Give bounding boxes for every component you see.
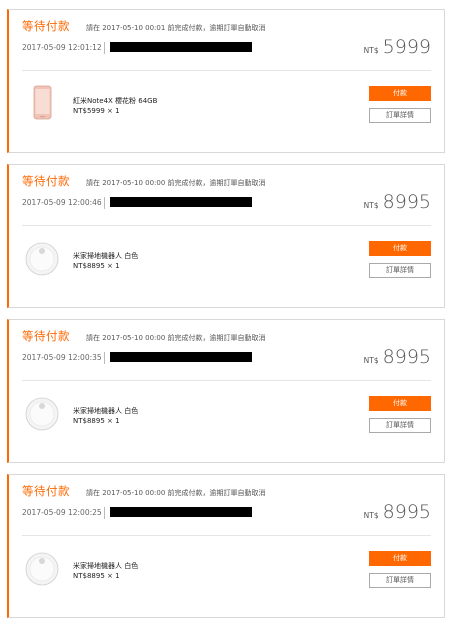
order-datetime: 2017-05-09 12:01:12 xyxy=(22,43,102,52)
divider xyxy=(22,225,431,226)
order-card: 等待付款 請在 2017-05-10 00:00 前完成付款，逾期訂單自動取消 … xyxy=(7,474,445,618)
order-details-button[interactable]: 訂單詳情 xyxy=(369,573,431,588)
currency-label: NT$ xyxy=(363,201,379,210)
order-datetime: 2017-05-09 12:00:25 xyxy=(22,508,102,517)
order-card: 等待付款 請在 2017-05-10 00:00 前完成付款，逾期訂單自動取消 … xyxy=(7,164,445,308)
product-price-quantity: NT$8895 × 1 xyxy=(73,417,120,425)
robot-vacuum-icon[interactable] xyxy=(22,238,62,278)
divider xyxy=(22,70,431,71)
order-status: 等待付款 xyxy=(22,484,70,498)
total-amount: 8995 xyxy=(382,191,431,213)
currency-label: NT$ xyxy=(363,46,379,55)
order-datetime: 2017-05-09 12:00:35 xyxy=(22,353,102,362)
payment-deadline-notice: 請在 2017-05-10 00:01 前完成付款，逾期訂單自動取消 xyxy=(86,24,266,32)
divider xyxy=(22,535,431,536)
pay-button[interactable]: 付款 xyxy=(369,241,431,256)
redacted-order-number xyxy=(110,507,252,517)
product-name[interactable]: 紅米Note4X 櫻花粉 64GB xyxy=(73,96,157,106)
pay-button[interactable]: 付款 xyxy=(369,551,431,566)
robot-vacuum-icon[interactable] xyxy=(22,548,62,588)
divider xyxy=(104,197,105,209)
order-card: 等待付款 請在 2017-05-10 00:00 前完成付款，逾期訂單自動取消 … xyxy=(7,319,445,463)
payment-deadline-notice: 請在 2017-05-10 00:00 前完成付款，逾期訂單自動取消 xyxy=(86,179,266,187)
order-status: 等待付款 xyxy=(22,19,70,33)
total-amount: 5999 xyxy=(382,36,431,58)
product-name[interactable]: 米家掃地機器人 白色 xyxy=(73,561,138,571)
redacted-order-number xyxy=(110,197,252,207)
divider xyxy=(104,352,105,364)
order-total: NT$ 5999 xyxy=(364,36,431,58)
divider xyxy=(104,42,105,54)
total-amount: 8995 xyxy=(382,346,431,368)
product-name[interactable]: 米家掃地機器人 白色 xyxy=(73,406,138,416)
divider xyxy=(22,380,431,381)
pay-button[interactable]: 付款 xyxy=(369,396,431,411)
order-details-button[interactable]: 訂單詳情 xyxy=(369,418,431,433)
redacted-order-number xyxy=(110,42,252,52)
payment-deadline-notice: 請在 2017-05-10 00:00 前完成付款，逾期訂單自動取消 xyxy=(86,489,266,497)
phone-icon[interactable] xyxy=(22,83,62,123)
order-details-button[interactable]: 訂單詳情 xyxy=(369,263,431,278)
order-status: 等待付款 xyxy=(22,174,70,188)
robot-vacuum-icon[interactable] xyxy=(22,393,62,433)
product-name[interactable]: 米家掃地機器人 白色 xyxy=(73,251,138,261)
payment-deadline-notice: 請在 2017-05-10 00:00 前完成付款，逾期訂單自動取消 xyxy=(86,334,266,342)
pay-button[interactable]: 付款 xyxy=(369,86,431,101)
divider xyxy=(104,507,105,519)
order-datetime: 2017-05-09 12:00:46 xyxy=(22,198,102,207)
product-price-quantity: NT$8895 × 1 xyxy=(73,572,120,580)
product-price-quantity: NT$8895 × 1 xyxy=(73,262,120,270)
total-amount: 8995 xyxy=(382,501,431,523)
currency-label: NT$ xyxy=(363,356,379,365)
order-total: NT$ 8995 xyxy=(364,346,431,368)
order-total: NT$ 8995 xyxy=(364,191,431,213)
order-card: 等待付款 請在 2017-05-10 00:01 前完成付款，逾期訂單自動取消 … xyxy=(7,9,445,153)
order-total: NT$ 8995 xyxy=(364,501,431,523)
order-status: 等待付款 xyxy=(22,329,70,343)
product-price-quantity: NT$5999 × 1 xyxy=(73,107,120,115)
currency-label: NT$ xyxy=(363,511,379,520)
redacted-order-number xyxy=(110,352,252,362)
order-details-button[interactable]: 訂單詳情 xyxy=(369,108,431,123)
